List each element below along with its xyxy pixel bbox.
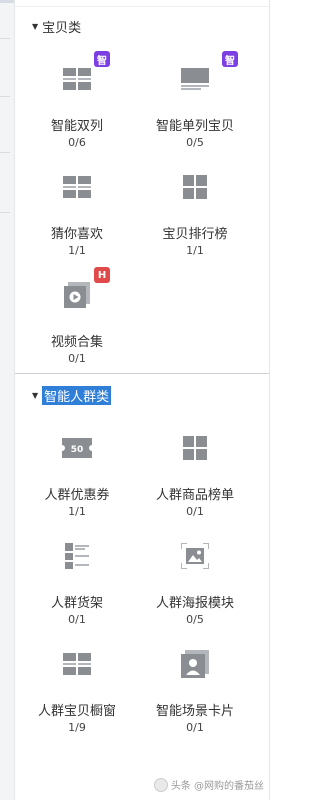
component-tile[interactable]: 猜你喜欢 1/1 (18, 153, 136, 261)
smart-badge-icon: 智 (94, 51, 110, 67)
shelf-icon (57, 536, 97, 576)
component-count: 0/1 (68, 613, 86, 626)
component-label: 视频合集 (50, 335, 103, 350)
component-panel: ▼ 宝贝类 智 智能双列 0/6 智 智能单列宝贝 0/5 猜你喜欢 1/1 宝贝排行榜… (15, 0, 270, 800)
component-tile[interactable]: 人群货架 0/1 (18, 522, 136, 630)
section-divider (15, 373, 270, 374)
two-column-icon (57, 644, 97, 684)
component-label: 智能双列 (50, 119, 103, 134)
component-count: 0/6 (68, 136, 86, 149)
component-count: 1/9 (68, 721, 86, 734)
section-baobei: ▼ 宝贝类 智 智能双列 0/6 智 智能单列宝贝 0/5 猜你喜欢 1/1 宝贝排行榜… (15, 7, 270, 369)
video-icon (57, 275, 97, 315)
section-title: 智能人群类 (42, 385, 112, 405)
component-tile[interactable]: 智能场景卡片 0/1 (136, 630, 254, 738)
single-column-icon (175, 59, 215, 99)
component-tile[interactable]: 人群海报模块 0/5 (136, 522, 254, 630)
component-grid: 智 智能双列 0/6 智 智能单列宝贝 0/5 猜你喜欢 1/1 宝贝排行榜 1/1 H 视… (15, 45, 270, 369)
grid-icon (175, 167, 215, 207)
portrait-card-icon (175, 644, 215, 684)
component-count: 1/1 (68, 505, 86, 518)
component-label: 人群海报模块 (155, 596, 234, 611)
component-tile[interactable]: 人群宝贝橱窗 1/9 (18, 630, 136, 738)
component-tile[interactable]: 智 智能双列 0/6 (18, 45, 136, 153)
hot-badge-icon: H (94, 267, 110, 283)
component-label: 猜你喜欢 (50, 227, 103, 242)
component-tile[interactable]: 人群商品榜单 0/1 (136, 414, 254, 522)
two-column-icon (57, 59, 97, 99)
caret-down-icon: ▼ (32, 390, 39, 400)
component-count: 0/1 (186, 505, 204, 518)
component-label: 人群宝贝橱窗 (37, 704, 116, 719)
caret-down-icon: ▼ (32, 21, 39, 31)
component-grid: 50 人群优惠券 1/1 人群商品榜单 0/1 人群货架 0/1 人群海报模块 0/5 人… (15, 414, 270, 738)
component-count: 0/5 (186, 136, 204, 149)
component-label: 人群货架 (50, 596, 103, 611)
component-label: 智能单列宝贝 (155, 119, 234, 134)
component-label: 宝贝排行榜 (162, 227, 228, 242)
section-header[interactable]: ▼ 智能人群类 (15, 376, 270, 414)
component-tile[interactable]: 智 智能单列宝贝 0/5 (136, 45, 254, 153)
section-title: 宝贝类 (42, 20, 82, 36)
section-renqun: ▼ 智能人群类 50 人群优惠券 1/1 人群商品榜单 0/1 人群货架 0/1 人群海… (15, 376, 270, 738)
component-count: 0/1 (68, 352, 86, 365)
component-count: 1/1 (186, 244, 204, 257)
section-header[interactable]: ▼ 宝贝类 (15, 7, 270, 45)
watermark: 头条 @网购的番茄丝 (153, 777, 264, 792)
component-tile[interactable]: 宝贝排行榜 1/1 (136, 153, 254, 261)
component-label: 人群优惠券 (44, 488, 110, 503)
left-gutter (0, 0, 15, 800)
smart-badge-icon: 智 (222, 51, 238, 67)
component-tile[interactable]: 50 人群优惠券 1/1 (18, 414, 136, 522)
grid-icon (175, 428, 215, 468)
image-icon (175, 536, 215, 576)
watermark-avatar-icon (153, 777, 168, 792)
component-count: 0/5 (186, 613, 204, 626)
coupon-icon: 50 (57, 428, 97, 468)
component-count: 0/1 (186, 721, 204, 734)
component-label: 智能场景卡片 (155, 704, 234, 719)
component-label: 人群商品榜单 (155, 488, 234, 503)
component-count: 1/1 (68, 244, 86, 257)
svg-text:50: 50 (71, 445, 84, 455)
two-column-icon (57, 167, 97, 207)
component-tile[interactable]: H 视频合集 0/1 (18, 261, 136, 369)
